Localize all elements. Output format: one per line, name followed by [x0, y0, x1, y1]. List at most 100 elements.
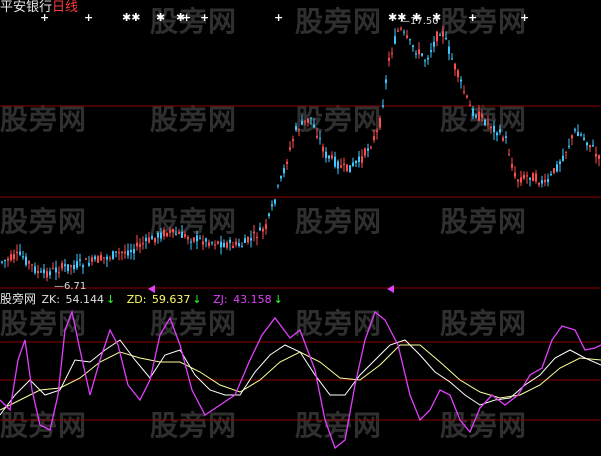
- candle-body: [148, 237, 150, 243]
- period-marker-right: [387, 285, 394, 293]
- candle-body: [499, 129, 501, 133]
- candle-body: [355, 160, 357, 164]
- candle-body: [145, 237, 147, 241]
- candle-body: [58, 272, 60, 274]
- zk-line: [0, 339, 601, 416]
- candle-body: [574, 129, 576, 131]
- candle-body: [175, 233, 177, 235]
- candle-body: [589, 145, 591, 148]
- zd-label: ZD:: [126, 293, 147, 306]
- candle-body: [496, 132, 498, 136]
- candle-body: [193, 237, 195, 242]
- candle-body: [427, 57, 429, 60]
- candle-body: [472, 108, 474, 116]
- candle-body: [349, 165, 351, 173]
- candle-body: [115, 251, 117, 253]
- candle-body: [208, 242, 210, 246]
- down-arrow-icon: ↓: [105, 293, 116, 306]
- candle-body: [31, 264, 33, 266]
- candle-body: [10, 254, 12, 261]
- candle-body: [55, 267, 57, 273]
- zk-value: 54.144: [65, 293, 104, 306]
- candle-body: [331, 155, 333, 159]
- candle-body: [463, 91, 465, 93]
- candle-body: [382, 105, 384, 107]
- candle-body: [133, 248, 135, 254]
- high-price-value: 17.50: [410, 16, 439, 27]
- candle-body: [310, 117, 312, 119]
- candle-body: [583, 137, 585, 140]
- candle-body: [202, 241, 204, 245]
- candle-body: [325, 151, 327, 158]
- candle-body: [433, 41, 435, 47]
- candle-body: [328, 155, 330, 159]
- candle-body: [367, 148, 369, 151]
- candle-body: [268, 213, 270, 216]
- candle-body: [151, 236, 153, 240]
- zd-value: 59.637: [151, 293, 191, 306]
- candle-body: [373, 136, 375, 141]
- candle-body: [244, 238, 246, 243]
- candle-body: [64, 264, 66, 267]
- candle-body: [415, 53, 417, 55]
- candle-body: [508, 154, 510, 156]
- candle-body: [556, 164, 558, 172]
- candle-body: [406, 35, 408, 38]
- zj-label: ZJ:: [213, 293, 228, 306]
- candle-body: [394, 36, 396, 44]
- candle-body: [370, 147, 372, 149]
- candle-body: [139, 244, 141, 247]
- candle-body: [466, 95, 468, 98]
- candle-body: [250, 238, 252, 241]
- candle-body: [247, 236, 249, 243]
- candle-body: [229, 239, 231, 243]
- candle-body: [490, 126, 492, 128]
- candle-body: [460, 79, 462, 82]
- candle-body: [376, 130, 378, 133]
- candle-body: [127, 250, 129, 256]
- down-arrow-icon: ↓: [192, 293, 202, 306]
- signal-mark: +: [468, 11, 478, 24]
- candle-body: [295, 126, 297, 130]
- candle-body: [94, 256, 96, 260]
- candle-body: [232, 245, 234, 248]
- candle-body: [238, 243, 240, 246]
- candle-body: [214, 244, 216, 246]
- candle-body: [442, 31, 444, 37]
- candle-body: [553, 168, 555, 173]
- signal-mark: +: [182, 11, 192, 24]
- candle-body: [457, 70, 459, 78]
- candle-body: [298, 129, 300, 131]
- candle-body: [103, 257, 105, 259]
- signal-mark: ✱: [156, 11, 166, 24]
- candle-body: [580, 134, 582, 136]
- candle-body: [475, 115, 477, 118]
- candle-body: [319, 138, 321, 140]
- candle-body: [262, 228, 264, 232]
- candle-body: [289, 147, 291, 150]
- candle-body: [136, 242, 138, 247]
- candle-body: [235, 241, 237, 245]
- candle-body: [49, 271, 51, 276]
- candle-body: [391, 52, 393, 54]
- candle-body: [277, 185, 279, 187]
- signal-mark: +: [274, 11, 284, 24]
- candle-body: [16, 251, 18, 254]
- price-and-indicator-chart[interactable]: [0, 0, 601, 456]
- candle-body: [160, 232, 162, 239]
- candle-body: [403, 31, 405, 33]
- candle-body: [283, 168, 285, 174]
- candle-body: [196, 235, 198, 242]
- candle-body: [547, 179, 549, 183]
- candle-body: [421, 53, 423, 56]
- candle-body: [79, 259, 81, 261]
- candle-body: [19, 251, 21, 255]
- candle-body: [502, 137, 504, 141]
- candle-body: [352, 162, 354, 166]
- candle-body: [85, 258, 87, 260]
- candle-body: [520, 177, 522, 183]
- candle-body: [157, 232, 159, 238]
- candle-body: [340, 165, 342, 168]
- candle-body: [577, 132, 579, 137]
- candle-body: [412, 45, 414, 48]
